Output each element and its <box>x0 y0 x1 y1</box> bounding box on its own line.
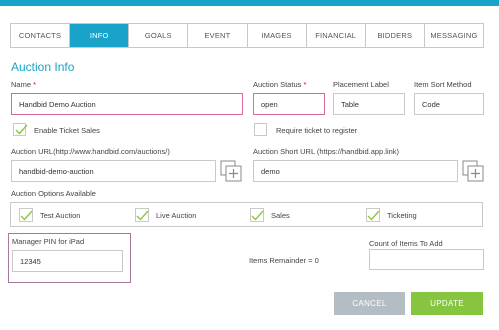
section-title: Auction Info <box>11 60 75 74</box>
tab-info[interactable]: INFO <box>70 24 130 47</box>
placement-label-label: Placement Label <box>333 80 389 89</box>
tab-contacts[interactable]: CONTACTS <box>11 24 71 47</box>
live-auction-label: Live Auction <box>156 211 197 220</box>
manager-pin-label: Manager PIN for iPad <box>12 237 85 246</box>
auction-url-label: Auction URL(http://www.handbid.com/aucti… <box>11 147 170 156</box>
cancel-button[interactable]: CANCEL <box>334 292 405 315</box>
tab-bidders[interactable]: BIDDERS <box>366 24 425 47</box>
auction-short-url-label: Auction Short URL (https://handbid.app.l… <box>253 147 400 156</box>
name-input[interactable]: Handbid Demo Auction <box>11 93 243 115</box>
count-items-input[interactable] <box>369 249 484 270</box>
test-auction-checkbox[interactable] <box>19 208 33 222</box>
require-ticket-checkbox[interactable] <box>254 123 267 136</box>
check-icon <box>367 210 380 221</box>
copy-add-icon <box>462 160 484 182</box>
auction-options-box: Test Auction Live Auction Sales Ticketin… <box>10 202 483 227</box>
auction-url-input[interactable]: handbid-demo-auction <box>11 160 216 182</box>
tab-images[interactable]: IMAGES <box>248 24 307 47</box>
count-items-label: Count of Items To Add <box>369 239 443 248</box>
auction-options-label: Auction Options Available <box>11 189 96 198</box>
top-accent-bar <box>0 0 499 6</box>
auction-status-label: Auction Status * <box>253 80 306 89</box>
name-label: Name * <box>11 80 36 89</box>
ticketing-label: Ticketing <box>387 211 417 220</box>
tab-goals[interactable]: GOALS <box>129 24 189 47</box>
check-icon <box>136 210 149 221</box>
item-sort-method-input[interactable]: Code <box>414 93 484 115</box>
items-remainder-text: Items Remainder = 0 <box>249 256 319 265</box>
placement-label-input[interactable]: Table <box>333 93 405 115</box>
manager-pin-input[interactable]: 12345 <box>12 250 123 272</box>
tab-event[interactable]: EVENT <box>188 24 248 47</box>
ticketing-checkbox[interactable] <box>366 208 380 222</box>
tab-financial[interactable]: FINANCIAL <box>307 24 366 47</box>
name-label-text: Name <box>11 80 32 89</box>
check-icon <box>20 210 33 221</box>
auction-status-required-mark: * <box>303 80 307 89</box>
sales-checkbox[interactable] <box>250 208 264 222</box>
tab-bar: CONTACTS INFO GOALS EVENT IMAGES FINANCI… <box>10 23 484 48</box>
check-icon <box>15 124 28 135</box>
item-sort-method-label: Item Sort Method <box>414 80 472 89</box>
auction-status-input[interactable]: open <box>253 93 325 115</box>
update-button[interactable]: UPDATE <box>411 292 483 315</box>
name-required-mark: * <box>33 80 37 89</box>
test-auction-label: Test Auction <box>40 211 81 220</box>
require-ticket-label: Require ticket to register <box>276 126 358 135</box>
auction-status-label-text: Auction Status <box>253 80 302 89</box>
tab-messaging[interactable]: MESSAGING <box>425 24 483 47</box>
check-icon <box>251 210 264 221</box>
copy-short-url-button[interactable] <box>462 160 484 182</box>
copy-auction-url-button[interactable] <box>220 160 242 182</box>
sales-label: Sales <box>271 211 290 220</box>
auction-short-url-input[interactable]: demo <box>253 160 458 182</box>
enable-ticket-sales-label: Enable Ticket Sales <box>34 126 100 135</box>
enable-ticket-sales-checkbox[interactable] <box>13 123 28 136</box>
copy-add-icon <box>220 160 242 182</box>
live-auction-checkbox[interactable] <box>135 208 149 222</box>
